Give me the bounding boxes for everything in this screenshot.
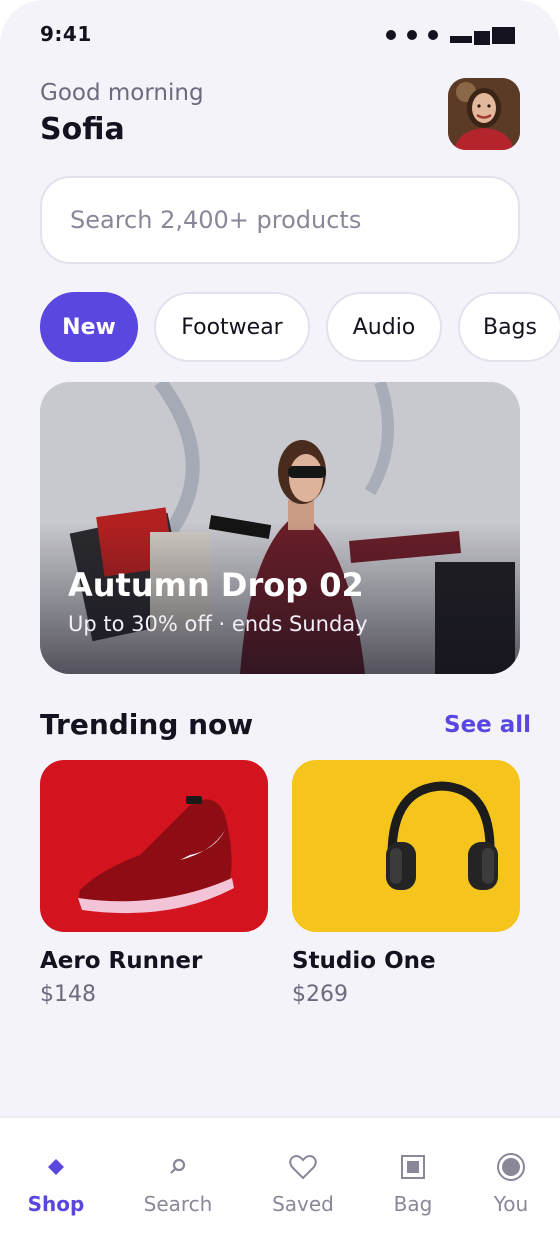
product-card-studio-one[interactable]: Studio One $269 — [292, 760, 520, 1007]
phone-screen: 9:41 Good morning Sofia Search 2,400+ pr… — [0, 0, 560, 1240]
section-title: Trending now — [40, 708, 254, 741]
product-name: Studio One — [292, 948, 436, 974]
tab-label: Search — [143, 1192, 213, 1216]
product-image — [40, 760, 268, 932]
profile-icon — [455, 1150, 560, 1184]
category-chips: New Footwear Audio Bags — [40, 292, 560, 362]
diamond-icon — [0, 1150, 112, 1184]
status-bar: 9:41 — [0, 0, 560, 70]
search-input[interactable]: Search 2,400+ products — [40, 176, 520, 264]
search-icon — [122, 1150, 234, 1184]
product-price: $269 — [292, 982, 348, 1007]
product-card-aero-runner[interactable]: Aero Runner $148 — [40, 760, 268, 1007]
bag-icon — [357, 1150, 469, 1184]
tab-label: Shop — [27, 1192, 85, 1216]
tab-search[interactable]: Search — [122, 1118, 234, 1240]
tab-bar: Shop Search Saved Bag You — [0, 1116, 560, 1240]
tab-shop[interactable]: Shop — [0, 1118, 112, 1240]
chip-footwear[interactable]: Footwear — [154, 292, 310, 362]
chip-bags[interactable]: Bags — [458, 292, 560, 362]
red-sneaker-icon — [40, 760, 268, 932]
chip-audio[interactable]: Audio — [326, 292, 442, 362]
headphones-icon — [292, 760, 520, 932]
tab-saved[interactable]: Saved — [247, 1118, 359, 1240]
product-name: Aero Runner — [40, 948, 203, 974]
status-time: 9:41 — [40, 22, 92, 46]
tab-label: You — [493, 1192, 529, 1216]
product-image — [292, 760, 520, 932]
tab-label: Bag — [393, 1192, 433, 1216]
chip-new[interactable]: New — [40, 292, 138, 362]
greeting-text: Good morning — [40, 80, 204, 106]
see-all-link[interactable]: See all — [444, 712, 531, 738]
user-name: Sofia — [40, 112, 125, 147]
avatar[interactable] — [448, 78, 520, 150]
battery-icon — [450, 27, 515, 45]
product-price: $148 — [40, 982, 96, 1007]
banner-title: Autumn Drop 02 — [68, 566, 364, 604]
promo-banner[interactable]: Autumn Drop 02 Up to 30% off · ends Sund… — [40, 382, 520, 674]
avatar-photo — [448, 78, 520, 150]
heart-icon — [247, 1150, 359, 1184]
tab-label: Saved — [272, 1192, 334, 1216]
tab-bag[interactable]: Bag — [357, 1118, 469, 1240]
tab-you[interactable]: You — [455, 1118, 560, 1240]
signal-icon — [386, 30, 438, 40]
banner-subtitle: Up to 30% off · ends Sunday — [68, 612, 368, 636]
search-placeholder: Search 2,400+ products — [70, 206, 362, 234]
